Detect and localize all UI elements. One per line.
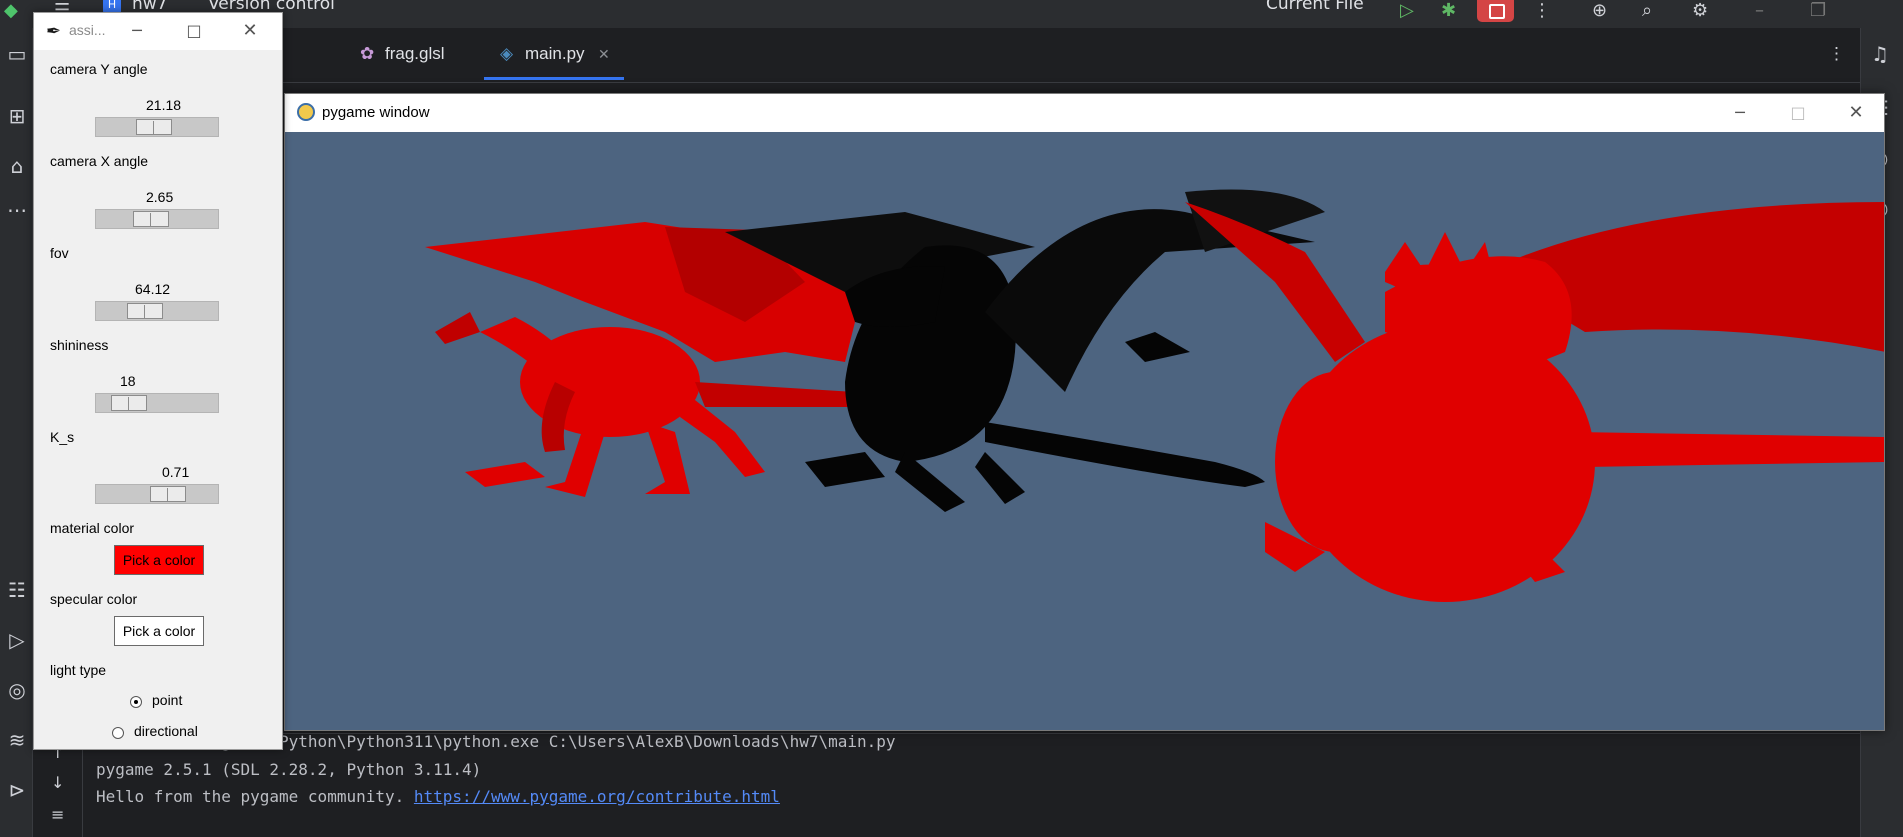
camera-x-angle-value: 2.65 [146, 189, 174, 205]
desktop: ◆ ☰ H hw7 Version control Current File ▷… [0, 0, 1903, 837]
k-s-value: 0.71 [162, 464, 190, 480]
services-icon[interactable]: ⊳ [5, 778, 29, 802]
tk-feather-icon: ✒ [46, 21, 62, 42]
controls-window-title: assi... [69, 22, 106, 38]
fov-slider[interactable] [95, 301, 219, 321]
minimize-icon[interactable]: – [1755, 0, 1764, 21]
todo-list-icon[interactable]: ☷ [5, 578, 29, 602]
shininess-label: shininess [50, 337, 109, 353]
console-text: Hello from the pygame community. [96, 787, 414, 806]
restore-icon[interactable]: ❐ [1810, 0, 1826, 21]
maximize-icon[interactable]: □ [179, 17, 209, 45]
add-user-icon[interactable]: ⊕ [1592, 0, 1607, 21]
pygame-window-title: pygame window [322, 104, 430, 121]
scroll-down-icon[interactable]: ↓ [51, 773, 64, 792]
radio-point-label[interactable]: point [152, 692, 182, 708]
close-tab-icon[interactable]: ✕ [598, 46, 610, 63]
light-type-label: light type [50, 662, 107, 678]
pygame-window[interactable]: pygame window ─ □ ✕ [284, 93, 1885, 731]
k-s-slider[interactable] [95, 484, 219, 504]
run-tool-icon[interactable]: ▷ [5, 628, 29, 652]
project-folder-icon[interactable]: ▭ [5, 42, 29, 66]
slider-thumb[interactable] [111, 395, 148, 411]
ide-left-toolbar: ▭ ⊞ ⌂ ⋯ ☷ ▷ ◎ ≋ ⊳ [0, 28, 33, 837]
fov-value: 64.12 [135, 281, 171, 297]
structure-icon[interactable]: ⊞ [5, 104, 29, 128]
stop-button[interactable] [1477, 0, 1514, 22]
pygame-contribute-link[interactable]: https://www.pygame.org/contribute.html [414, 787, 780, 806]
tab-options-icon[interactable]: ⋮ [1828, 44, 1845, 64]
fov-label: fov [50, 245, 69, 261]
specular-color-label: specular color [50, 591, 138, 607]
radio-point[interactable] [130, 696, 142, 708]
controls-window[interactable]: ✒ assi... ─ □ ✕ camera Y angle 21.18 cam… [33, 12, 283, 750]
material-color-label: material color [50, 520, 135, 536]
bookmarks-icon[interactable]: ⌂ [5, 154, 29, 178]
maximize-icon[interactable]: □ [1783, 99, 1813, 127]
dragon-scene [425, 189, 1884, 602]
slider-thumb[interactable] [132, 211, 169, 227]
shininess-slider[interactable] [95, 393, 219, 413]
controls-title-bar[interactable]: ✒ assi... ─ □ ✕ [34, 13, 282, 50]
camera-x-angle-slider[interactable] [95, 209, 219, 229]
ide-logo-icon: ◆ [4, 0, 18, 21]
active-tab-indicator [484, 77, 624, 80]
close-icon[interactable]: ✕ [1841, 99, 1871, 127]
shininess-value: 18 [120, 373, 136, 389]
specular-color-button[interactable]: Pick a color [114, 616, 204, 646]
close-icon[interactable]: ✕ [235, 17, 265, 45]
console-line: Hello from the pygame community. https:/… [96, 787, 780, 806]
material-color-button[interactable]: Pick a color [114, 545, 204, 575]
settings-gear-icon[interactable]: ⚙ [1692, 0, 1708, 21]
python-console-icon[interactable]: ◎ [5, 678, 29, 702]
ide-toolbar: ◆ ☰ H hw7 Version control Current File ▷… [0, 0, 1903, 28]
editor-tab-bar: ✿ frag.glsl ◈ main.py ✕ ⋮ [280, 28, 1860, 83]
render-viewport[interactable] [285, 132, 1884, 730]
camera-y-angle-value: 21.18 [146, 97, 182, 113]
k-s-label: K_s [50, 429, 75, 445]
debug-icon[interactable]: ✱ [1441, 0, 1456, 21]
soft-wrap-icon[interactable]: ≡ [51, 805, 64, 824]
camera-x-angle-label: camera X angle [50, 153, 149, 169]
slider-thumb[interactable] [126, 303, 163, 319]
radio-directional-label[interactable]: directional [134, 723, 198, 739]
tab-frag-glsl[interactable]: frag.glsl [385, 44, 445, 64]
tab-main-py[interactable]: main.py [525, 44, 585, 64]
run-icon[interactable]: ▷ [1400, 0, 1414, 21]
notifications-bell-icon[interactable]: ♫ [1871, 42, 1889, 66]
python-file-icon: ◈ [500, 44, 514, 63]
search-icon[interactable]: ⌕ [1642, 0, 1652, 21]
console-line: pygame 2.5.1 (SDL 2.28.2, Python 3.11.4) [96, 760, 482, 779]
minimize-icon[interactable]: ─ [1725, 99, 1755, 127]
slider-thumb[interactable] [150, 486, 187, 502]
camera-y-angle-label: camera Y angle [50, 61, 148, 77]
run-config-selector[interactable]: Current File [1266, 0, 1364, 14]
camera-y-angle-slider[interactable] [95, 117, 219, 137]
radio-directional[interactable] [112, 727, 124, 739]
pygame-title-bar[interactable]: pygame window ─ □ ✕ [285, 94, 1884, 132]
shader-file-icon: ✿ [360, 44, 375, 63]
dragon-right [1185, 202, 1884, 602]
more-actions-icon[interactable]: ⋮ [1533, 0, 1551, 21]
more-tools-icon[interactable]: ⋯ [5, 198, 29, 222]
slider-thumb[interactable] [135, 119, 172, 135]
layers-icon[interactable]: ≋ [5, 728, 29, 752]
pygame-snake-icon [297, 103, 315, 121]
minimize-icon[interactable]: ─ [122, 17, 152, 45]
